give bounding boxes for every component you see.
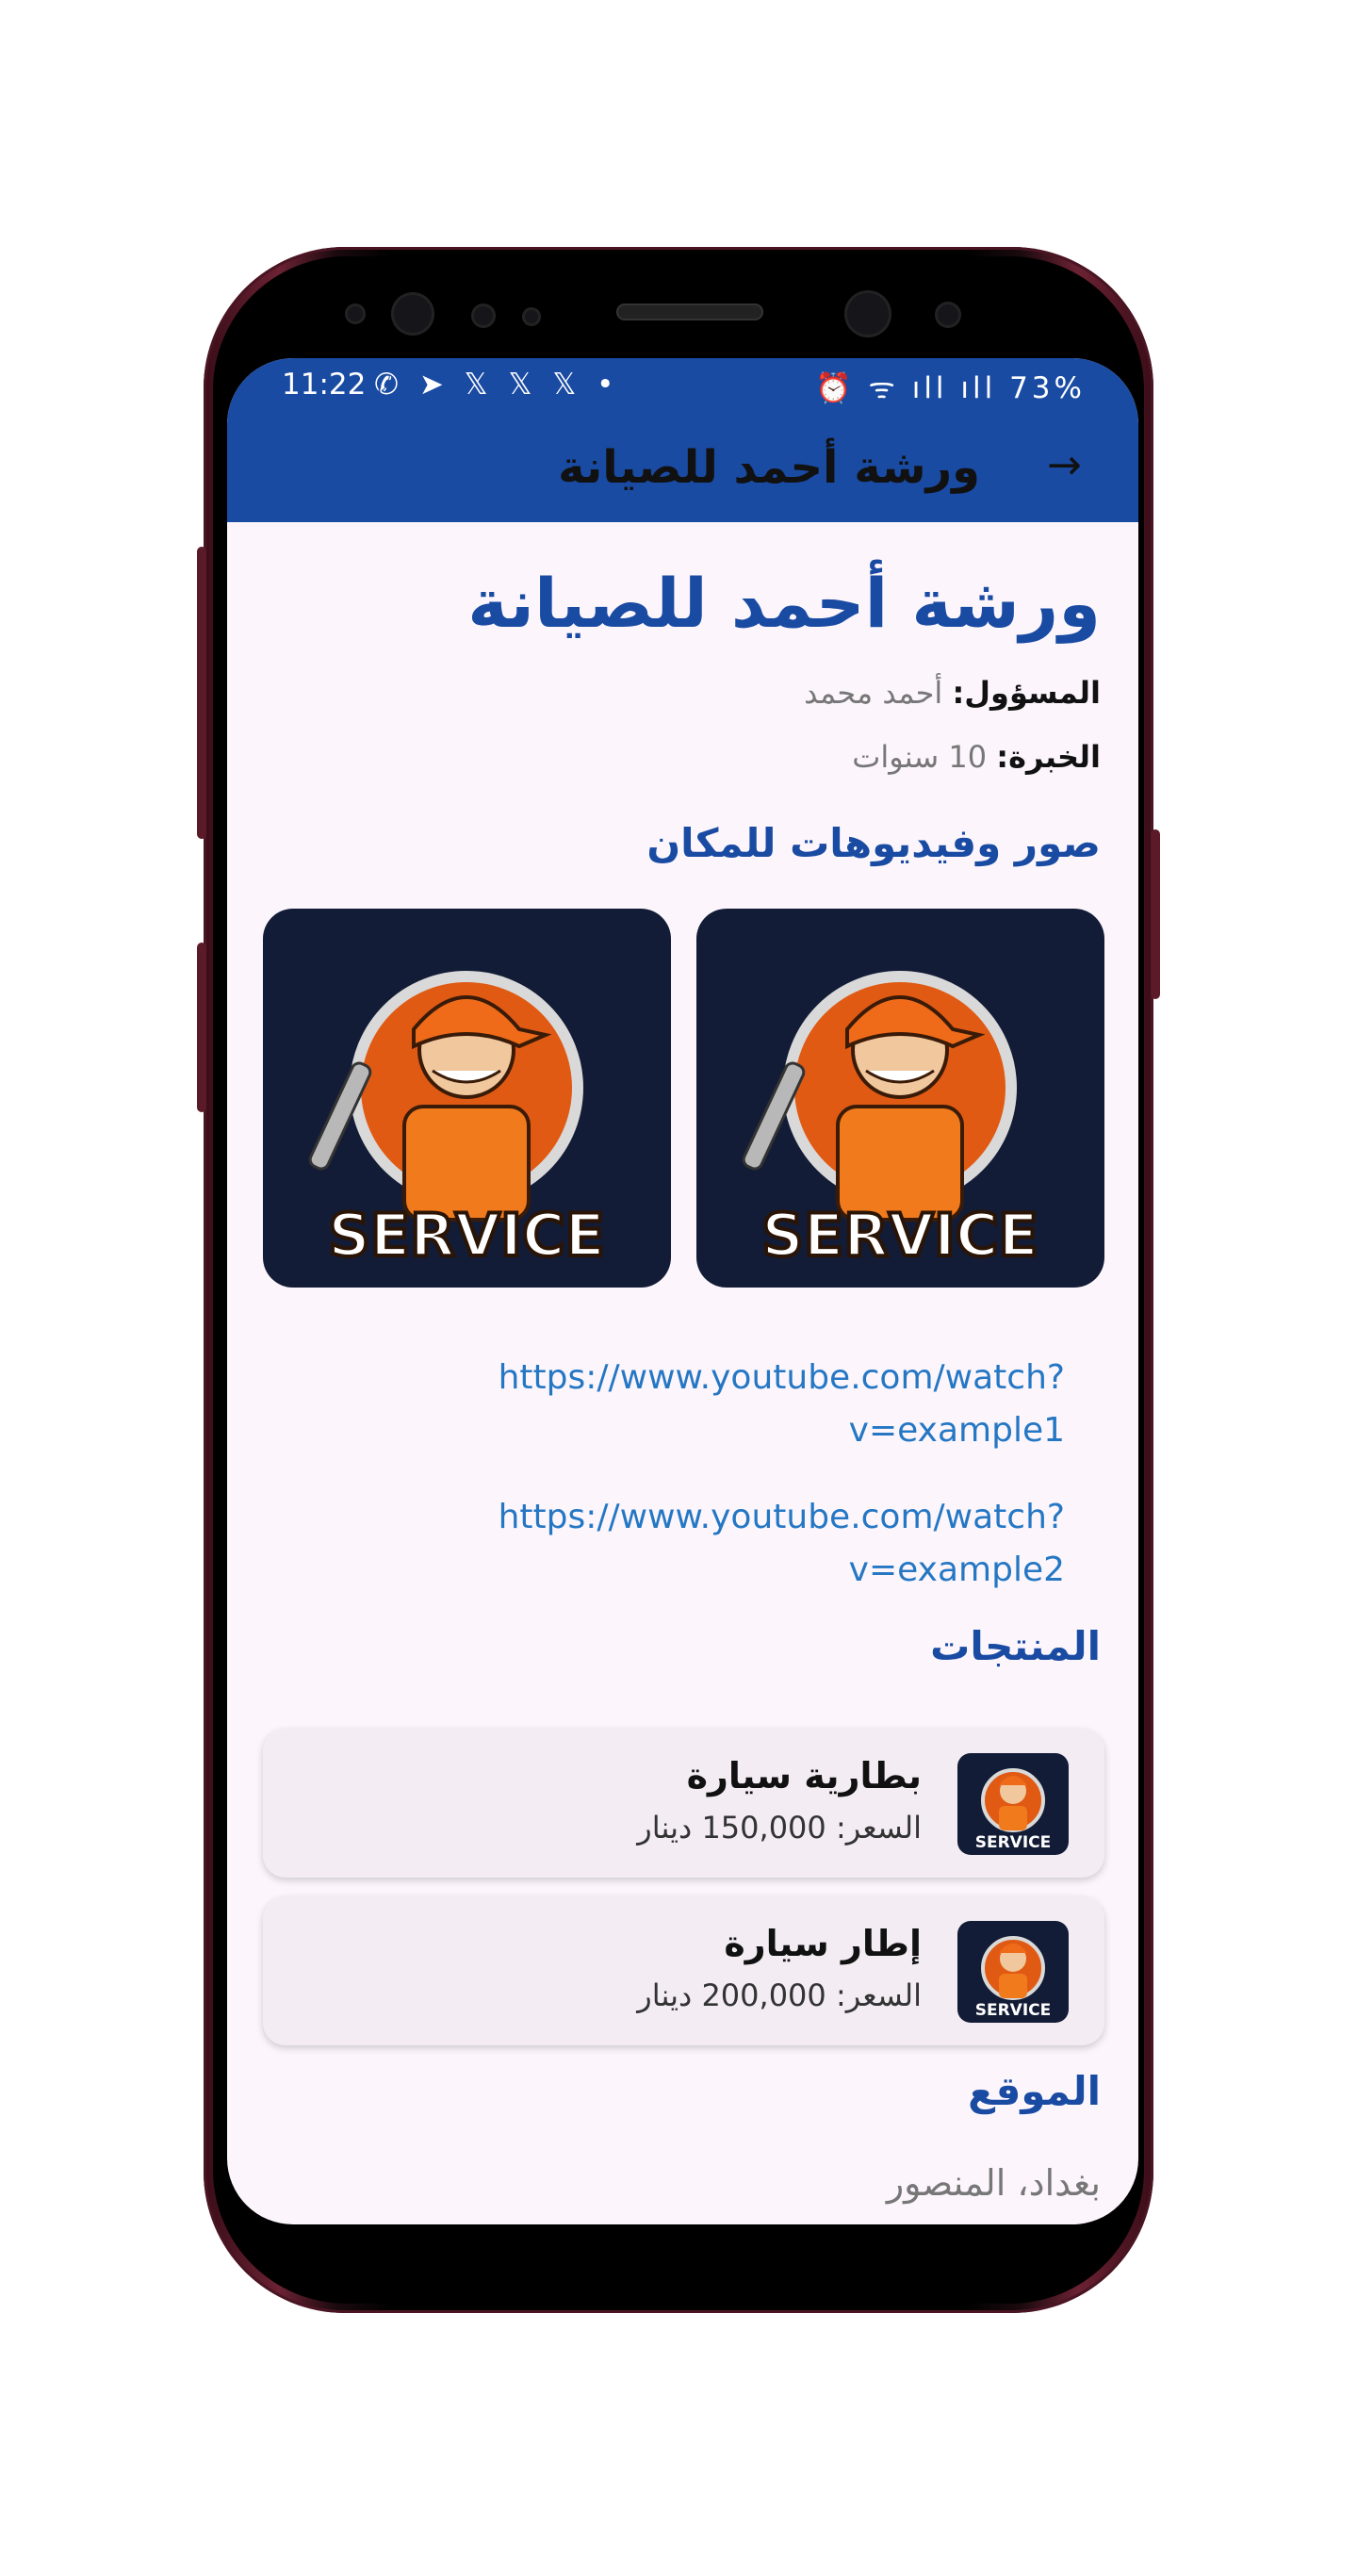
screen: 11:22 ✆ ➤ 𝕏 𝕏 𝕏 • ⏰ ᯤ ıll ıll 73% ورشة أ… [227, 358, 1138, 2224]
iris-sensor [391, 292, 434, 336]
app-bar-title: ورشة أحمد للصيانة [558, 441, 980, 494]
gallery-image-text: SERVICE [761, 1201, 1038, 1270]
light-sensor [522, 307, 541, 326]
power-button [1151, 829, 1160, 999]
product-price: السعر: 200,000 دينار [637, 1977, 922, 2013]
status-bar: 11:22 ✆ ➤ 𝕏 𝕏 𝕏 • ⏰ ᯤ ıll ıll 73% [227, 358, 1138, 420]
media-heading: صور وفيديوهات للمكان [646, 820, 1101, 866]
media-gallery: SERVICE SERVICE [263, 909, 1104, 1288]
mechanic-mascot-icon: SERVICE [975, 1768, 1052, 1852]
location-heading: الموقع [968, 2068, 1101, 2114]
product-name: إطار سيارة [724, 1923, 922, 1964]
experience-value: 10 سنوات [852, 739, 988, 775]
mechanic-mascot-icon: SERVICE [308, 971, 607, 1272]
status-time: 11:22 [282, 368, 367, 402]
app-bar: ورشة أحمد للصيانة → [227, 420, 1138, 522]
products-heading: المنتجات [930, 1623, 1101, 1669]
earpiece-speaker [616, 304, 763, 320]
gallery-image-text: SERVICE [328, 1201, 605, 1270]
experience-label: الخبرة: [996, 739, 1101, 775]
mechanic-mascot-icon: SERVICE [742, 971, 1040, 1272]
product-card[interactable]: SERVICE إطار سيارة السعر: 200,000 دينار [263, 1896, 1104, 2045]
front-camera [844, 290, 891, 337]
product-thumbnail-text: SERVICE [975, 1833, 1052, 1852]
product-thumbnail: SERVICE [957, 1753, 1069, 1855]
shop-name: ورشة أحمد للصيانة [467, 564, 1101, 643]
youtube-link-1-line1: https://www.youtube.com/watch? [498, 1358, 1065, 1397]
notification-icons: ✆ ➤ 𝕏 𝕏 𝕏 • [374, 368, 620, 402]
youtube-link-1[interactable]: https://www.youtube.com/watch? v=example… [499, 1352, 1065, 1457]
youtube-link-2-line2: v=example2 [848, 1551, 1065, 1589]
product-thumbnail-text: SERVICE [975, 2001, 1052, 2020]
shop-details: ورشة أحمد للصيانة المسؤول: أحمد محمد الخ… [227, 522, 1138, 2224]
proximity-sensor [471, 304, 496, 328]
volume-up-button [197, 547, 206, 839]
volume-down-button [197, 943, 206, 1112]
product-thumbnail: SERVICE [957, 1921, 1069, 2023]
front-sensor [345, 304, 366, 324]
manager-value: أحمد محمد [804, 675, 943, 711]
product-card[interactable]: SERVICE بطارية سيارة السعر: 150,000 دينا… [263, 1729, 1104, 1878]
manager-label: المسؤول: [952, 675, 1101, 711]
mechanic-mascot-icon: SERVICE [975, 1936, 1052, 2020]
product-name: بطارية سيارة [686, 1755, 922, 1797]
gallery-image[interactable]: SERVICE [263, 909, 671, 1288]
system-status-icons: ⏰ ᯤ ıll ıll 73% [815, 371, 1086, 405]
product-price: السعر: 150,000 دينار [637, 1810, 922, 1846]
youtube-link-1-line2: v=example1 [848, 1411, 1065, 1450]
youtube-link-2-line1: https://www.youtube.com/watch? [498, 1498, 1065, 1536]
gallery-image[interactable]: SERVICE [696, 909, 1104, 1288]
manager-row: المسؤول: أحمد محمد [804, 675, 1101, 711]
back-arrow-icon[interactable]: → [1047, 441, 1082, 489]
iris-camera [935, 302, 961, 328]
youtube-link-2[interactable]: https://www.youtube.com/watch? v=example… [499, 1491, 1065, 1597]
experience-row: الخبرة: 10 سنوات [852, 739, 1101, 775]
location-value: بغداد، المنصور [886, 2162, 1101, 2204]
